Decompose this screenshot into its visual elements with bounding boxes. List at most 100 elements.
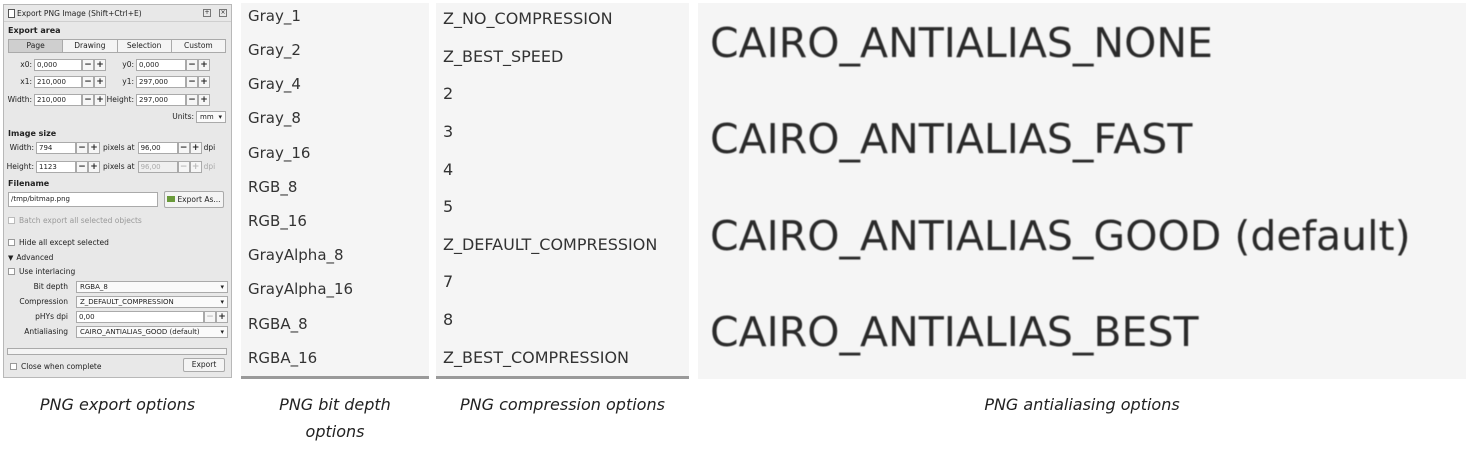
area-width-plus-button[interactable]: + <box>94 93 106 106</box>
advanced-expander[interactable]: ▼ Advanced <box>8 251 53 264</box>
caption-bit-depth-line2: options <box>305 422 365 441</box>
bit-depth-option[interactable]: Gray_16 <box>248 144 310 162</box>
bit-depth-select[interactable]: RGBA_8 ▾ <box>76 280 228 293</box>
chevron-down-icon: ▾ <box>220 327 224 336</box>
area-width-input[interactable]: 210,000 <box>34 93 82 106</box>
export-as-button[interactable]: Export As... <box>164 190 224 208</box>
area-height-label: Height: <box>106 95 134 104</box>
export-as-label: Export As... <box>177 194 221 204</box>
bit-depth-option[interactable]: GrayAlpha_16 <box>248 280 353 298</box>
caption-export: PNG export options <box>39 395 196 414</box>
interlacing-label: Use interlacing <box>19 267 76 276</box>
pixels-at-label: pixels at <box>103 143 135 152</box>
y0-input[interactable]: 0,000 <box>136 58 186 71</box>
filename-input[interactable]: /tmp/bitmap.png <box>8 191 158 207</box>
mode-selection-button[interactable]: Selection <box>118 40 172 52</box>
x0-minus-button[interactable]: − <box>82 58 94 71</box>
y1-input[interactable]: 297,000 <box>136 75 186 88</box>
image-height-input[interactable]: 1123 <box>36 160 76 173</box>
compression-select[interactable]: Z_DEFAULT_COMPRESSION ▾ <box>76 295 228 308</box>
area-height-input[interactable]: 297,000 <box>136 93 186 106</box>
close-when-complete-checkbox[interactable] <box>10 363 17 370</box>
antialias-option[interactable]: CAIRO_ANTIALIAS_BEST <box>710 308 1199 356</box>
compression-option[interactable]: 7 <box>443 272 453 291</box>
image-height-plus-button[interactable]: + <box>88 160 100 173</box>
image-height-minus-button[interactable]: − <box>76 160 88 173</box>
compression-list: Z_NO_COMPRESSION Z_BEST_SPEED 2 3 4 5 Z_… <box>436 3 689 379</box>
compression-option[interactable]: 3 <box>443 122 453 141</box>
dpi-plus-button[interactable]: + <box>189 141 202 154</box>
bit-depth-option[interactable]: Gray_2 <box>248 41 301 59</box>
area-height-plus-button[interactable]: + <box>198 93 210 106</box>
antialiasing-select[interactable]: CAIRO_ANTIALIAS_GOOD (default) ▾ <box>76 325 228 338</box>
maximize-icon[interactable]: + <box>203 9 211 17</box>
antialiasing-value: CAIRO_ANTIALIAS_GOOD (default) <box>80 327 200 336</box>
area-height-minus-button[interactable]: − <box>186 93 198 106</box>
compression-option[interactable]: 4 <box>443 160 453 179</box>
y1-minus-button[interactable]: − <box>186 75 198 88</box>
close-icon[interactable]: × <box>219 9 227 17</box>
dpi-unit-label: dpi <box>203 143 216 152</box>
bit-depth-option[interactable]: Gray_8 <box>248 109 301 127</box>
export-button[interactable]: Export <box>183 358 225 372</box>
bit-depth-option[interactable]: RGB_16 <box>248 212 307 230</box>
bit-depth-option[interactable]: Gray_1 <box>248 7 301 25</box>
compression-option[interactable]: Z_NO_COMPRESSION <box>443 9 613 28</box>
compression-option[interactable]: Z_BEST_COMPRESSION <box>443 348 629 367</box>
y0-label: y0: <box>122 60 134 69</box>
image-width-plus-button[interactable]: + <box>88 141 100 154</box>
bit-depth-option[interactable]: GrayAlpha_8 <box>248 246 344 264</box>
dpi-input[interactable]: 96,00 <box>137 141 178 154</box>
dpi-minus-button-disabled: − <box>177 160 190 173</box>
pixels-at-label-2: pixels at <box>103 162 135 171</box>
x1-input[interactable]: 210,000 <box>34 75 82 88</box>
units-label: Units: <box>172 112 194 121</box>
mode-drawing-button[interactable]: Drawing <box>63 40 118 52</box>
image-width-input[interactable]: 794 <box>36 141 76 154</box>
x1-minus-button[interactable]: − <box>82 75 94 88</box>
dpi-unit-label-2: dpi <box>203 162 216 171</box>
batch-export-label: Batch export all selected objects <box>19 216 142 225</box>
bit-depth-option[interactable]: RGBA_8 <box>248 315 308 333</box>
x0-input[interactable]: 0,000 <box>34 58 82 71</box>
antialias-list: CAIRO_ANTIALIAS_NONE CAIRO_ANTIALIAS_FAS… <box>698 3 1466 379</box>
antialias-option[interactable]: CAIRO_ANTIALIAS_GOOD (default) <box>710 212 1411 260</box>
phys-plus-button[interactable]: + <box>216 310 228 323</box>
y0-minus-button[interactable]: − <box>186 58 198 71</box>
image-width-minus-button[interactable]: − <box>76 141 88 154</box>
antialias-option[interactable]: CAIRO_ANTIALIAS_FAST <box>710 115 1192 163</box>
y0-plus-button[interactable]: + <box>198 58 210 71</box>
compression-option[interactable]: Z_BEST_SPEED <box>443 47 563 66</box>
phys-dpi-input[interactable]: 0,00 <box>76 310 204 323</box>
caption-antialias: PNG antialiasing options <box>984 395 1180 414</box>
compression-option[interactable]: 8 <box>443 310 453 329</box>
image-size-heading: Image size <box>8 129 57 138</box>
compression-option[interactable]: Z_DEFAULT_COMPRESSION <box>443 235 657 254</box>
dpi-minus-button[interactable]: − <box>177 141 190 154</box>
chevron-down-icon: ▾ <box>220 282 224 291</box>
units-select[interactable]: mm ▾ <box>196 110 226 123</box>
bit-depth-option[interactable]: Gray_4 <box>248 75 301 93</box>
caption-bit-depth-line1: PNG bit depth <box>279 395 391 414</box>
close-when-complete-label: Close when complete <box>21 362 102 371</box>
y1-label: y1: <box>122 77 134 86</box>
triangle-down-icon: ▼ <box>8 253 14 262</box>
bit-depth-option[interactable]: RGBA_16 <box>248 349 317 367</box>
phys-minus-button: − <box>204 310 216 323</box>
x1-plus-button[interactable]: + <box>94 75 106 88</box>
image-file-icon <box>167 196 176 202</box>
mode-custom-button[interactable]: Custom <box>172 40 225 52</box>
area-width-minus-button[interactable]: − <box>82 93 94 106</box>
compression-option[interactable]: 5 <box>443 197 453 216</box>
caption-compression: PNG compression options <box>460 395 665 414</box>
x0-label: x0: <box>20 60 32 69</box>
compression-option[interactable]: 2 <box>443 84 453 103</box>
y1-plus-button[interactable]: + <box>198 75 210 88</box>
x0-plus-button[interactable]: + <box>94 58 106 71</box>
bit-depth-option[interactable]: RGB_8 <box>248 178 297 196</box>
hide-all-checkbox[interactable] <box>8 239 15 246</box>
interlacing-checkbox[interactable] <box>8 268 15 275</box>
advanced-label: Advanced <box>16 253 54 262</box>
mode-page-button[interactable]: Page <box>9 40 64 52</box>
antialias-option[interactable]: CAIRO_ANTIALIAS_NONE <box>710 19 1213 67</box>
